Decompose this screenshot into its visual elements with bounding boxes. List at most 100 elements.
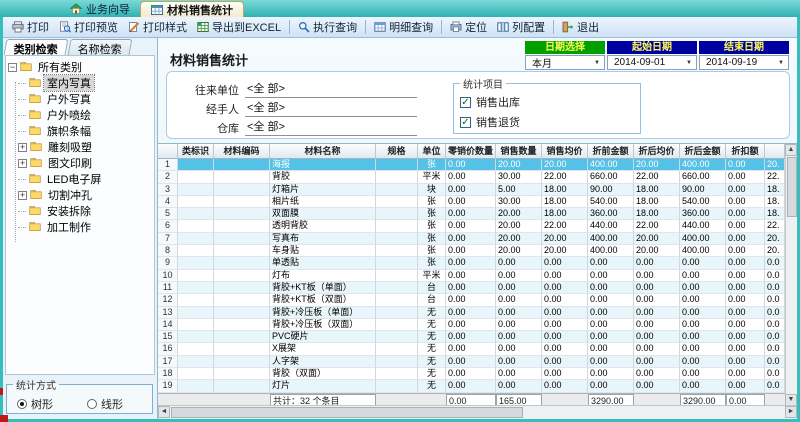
stat-mode-radio-2[interactable]: 线形 — [87, 396, 123, 412]
tree-item-8[interactable]: +切割冲孔 — [8, 187, 154, 203]
row-number-cell: 12 — [158, 294, 178, 306]
table-row[interactable]: 9单透贴张0.000.000.000.000.000.000.000.0 — [158, 257, 797, 269]
table-cell: 0.00 — [496, 356, 542, 368]
table-row[interactable]: 13背胶+冷压板（单面）无0.000.000.000.000.000.000.0… — [158, 307, 797, 319]
toolbar-button-detail-query[interactable]: 明细查询 — [369, 18, 438, 36]
toolbar-button-print-style[interactable]: 打印样式 — [123, 18, 192, 36]
grid-column-header-8[interactable]: 销售均价 — [542, 144, 588, 159]
window-tab-business-wizard[interactable]: 业务向导 — [60, 1, 140, 17]
toolbar-button-locate[interactable]: 定位 — [445, 18, 492, 36]
tree-item-6[interactable]: +图文印刷 — [8, 155, 154, 171]
grid-column-header-4[interactable]: 规格 — [376, 144, 418, 159]
tree-item-5[interactable]: +雕刻吸塑 — [8, 139, 154, 155]
scroll-up-arrow-icon[interactable]: ▲ — [785, 144, 797, 156]
vertical-scroll-thumb[interactable] — [787, 157, 797, 217]
table-row[interactable]: 10灯布平米0.000.000.000.000.000.000.000.0 — [158, 270, 797, 282]
tree-item-3[interactable]: 户外喷绘 — [8, 107, 154, 123]
grid-column-header-6[interactable]: 零销价数量 — [446, 144, 496, 159]
horizontal-scrollbar[interactable]: ◄ ► — [158, 405, 797, 418]
table-row[interactable]: 17人字架无0.000.000.000.000.000.000.000.0 — [158, 356, 797, 368]
tree-item-7[interactable]: LED电子屏 — [8, 171, 154, 187]
stat-item-checkbox-2[interactable]: ✓销售退货 — [460, 112, 634, 132]
vertical-scrollbar[interactable]: ▲ ▼ — [785, 144, 797, 406]
scroll-left-arrow-icon[interactable]: ◄ — [158, 406, 170, 418]
table-row[interactable]: 16X展架无0.000.000.000.000.000.000.000.0 — [158, 343, 797, 355]
expand-icon[interactable]: + — [18, 143, 27, 152]
table-row[interactable]: 15PVC硬片无0.000.000.000.000.000.000.000.0 — [158, 331, 797, 343]
table-cell: 30.00 — [496, 196, 542, 208]
table-cell: 20.00 — [496, 245, 542, 257]
grid-column-header-5[interactable]: 单位 — [418, 144, 446, 159]
table-cell: 22.00 — [542, 220, 588, 232]
table-row[interactable]: 12背胶+KT板（双面）台0.000.000.000.000.000.000.0… — [158, 294, 797, 306]
grid-column-header-13[interactable] — [765, 144, 785, 159]
table-row[interactable]: 4相片纸张0.0030.0018.00540.0018.00540.000.00… — [158, 196, 797, 208]
scroll-right-arrow-icon[interactable]: ► — [785, 406, 797, 418]
table-cell — [178, 245, 214, 257]
table-cell: 0.00 — [726, 343, 765, 355]
expand-icon[interactable]: + — [18, 159, 27, 168]
sidebar-tab-name-search[interactable]: 名称检索 — [68, 39, 133, 55]
table-row[interactable]: 3灯箱片块0.005.0018.0090.0018.0090.000.0018. — [158, 184, 797, 196]
toolbar-button-column-config[interactable]: 列配置 — [492, 18, 550, 36]
collapse-icon[interactable]: − — [8, 63, 17, 72]
table-cell: 360.00 — [588, 208, 634, 220]
table-cell — [214, 184, 270, 196]
date-filter-dropdown[interactable]: 本月▼ — [525, 55, 605, 70]
toolbar-button-print-preview[interactable]: 打印预览 — [54, 18, 123, 36]
table-row[interactable]: 19灯片无0.000.000.000.000.000.000.000.0 — [158, 380, 797, 392]
table-row[interactable]: 7写真布张0.0020.0020.00400.0020.00400.000.00… — [158, 233, 797, 245]
table-cell — [376, 331, 418, 343]
grid-column-header-9[interactable]: 折前金额 — [588, 144, 634, 159]
date-filter-column-1: 日期选择本月▼ — [525, 41, 605, 70]
tree-item-4[interactable]: 旗帜条幅 — [8, 123, 154, 139]
table-cell — [178, 270, 214, 282]
grid-column-header-2[interactable]: 材料编码 — [214, 144, 270, 159]
table-cell: 5.00 — [496, 184, 542, 196]
tree-item-10[interactable]: 加工制作 — [8, 219, 154, 235]
table-cell: 0.00 — [680, 331, 726, 343]
tree-item-2[interactable]: 户外写真 — [8, 91, 154, 107]
grid-column-header-7[interactable]: 销售数量 — [496, 144, 542, 159]
window-tab-material-sales-stats[interactable]: 材料销售统计 — [140, 1, 244, 17]
tree-root-label: 所有类别 — [35, 59, 85, 75]
toolbar-button-print[interactable]: 打印 — [7, 18, 54, 36]
tree-item-9[interactable]: 安装拆除 — [8, 203, 154, 219]
table-row[interactable]: 5双面膜张0.0020.0018.00360.0018.00360.000.00… — [158, 208, 797, 220]
table-row[interactable]: 2背胶平米0.0030.0022.00660.0022.00660.000.00… — [158, 171, 797, 183]
toolbar-button-export-excel[interactable]: 导出到EXCEL — [192, 18, 286, 36]
grid-column-header-11[interactable]: 折后金额 — [680, 144, 726, 159]
handler-field-input[interactable]: <全 部> — [245, 99, 417, 117]
table-row[interactable]: 18背胶（双面）无0.000.000.000.000.000.000.000.0 — [158, 368, 797, 380]
table-row[interactable]: 8车身贴张0.0020.0020.00400.0020.00400.000.00… — [158, 245, 797, 257]
table-cell: 0.00 — [634, 270, 680, 282]
table-cell — [376, 343, 418, 355]
tree-item-1[interactable]: 室内写真 — [8, 75, 154, 91]
folder-icon — [29, 77, 41, 89]
field-label: 往来单位 — [181, 82, 239, 98]
date-filter-dropdown[interactable]: 2014-09-19▼ — [699, 55, 789, 70]
grid-column-header-10[interactable]: 折后均价 — [634, 144, 680, 159]
horizontal-scroll-thumb[interactable] — [171, 407, 523, 418]
table-row[interactable]: 11背胶+KT板（单面）台0.000.000.000.000.000.000.0… — [158, 282, 797, 294]
stat-mode-radio-1[interactable]: 树形 — [17, 396, 53, 412]
table-row[interactable]: 6透明背胶张0.0020.0022.00440.0022.00440.000.0… — [158, 220, 797, 232]
grid-column-header-12[interactable]: 折扣额 — [726, 144, 765, 159]
table-cell: 0.00 — [542, 331, 588, 343]
grid-column-header-3[interactable]: 材料名称 — [270, 144, 376, 159]
expand-icon[interactable]: + — [18, 191, 27, 200]
grid-column-header-1[interactable]: 类标识 — [178, 144, 214, 159]
tree-root-all-categories[interactable]: − 所有类别 — [8, 59, 154, 75]
table-cell: 0.00 — [588, 331, 634, 343]
stat-item-checkbox-1[interactable]: ✓销售出库 — [460, 92, 634, 112]
date-filter-dropdown[interactable]: 2014-09-01▼ — [607, 55, 697, 70]
sidebar-tab-category-search[interactable]: 类别检索 — [4, 39, 69, 55]
date-filter-column-3: 结束日期2014-09-19▼ — [699, 41, 789, 70]
table-cell — [376, 380, 418, 392]
customer-field-input[interactable]: <全 部> — [245, 80, 417, 98]
toolbar-button-exit[interactable]: 退出 — [557, 18, 604, 36]
table-row[interactable]: 14背胶+冷压板（双面）无0.000.000.000.000.000.000.0… — [158, 319, 797, 331]
table-row[interactable]: 1海报张0.0020.0020.00400.0020.00400.000.002… — [158, 159, 797, 171]
warehouse-field-input[interactable]: <全 部> — [245, 118, 417, 136]
toolbar-button-run-query[interactable]: 执行查询 — [293, 18, 362, 36]
